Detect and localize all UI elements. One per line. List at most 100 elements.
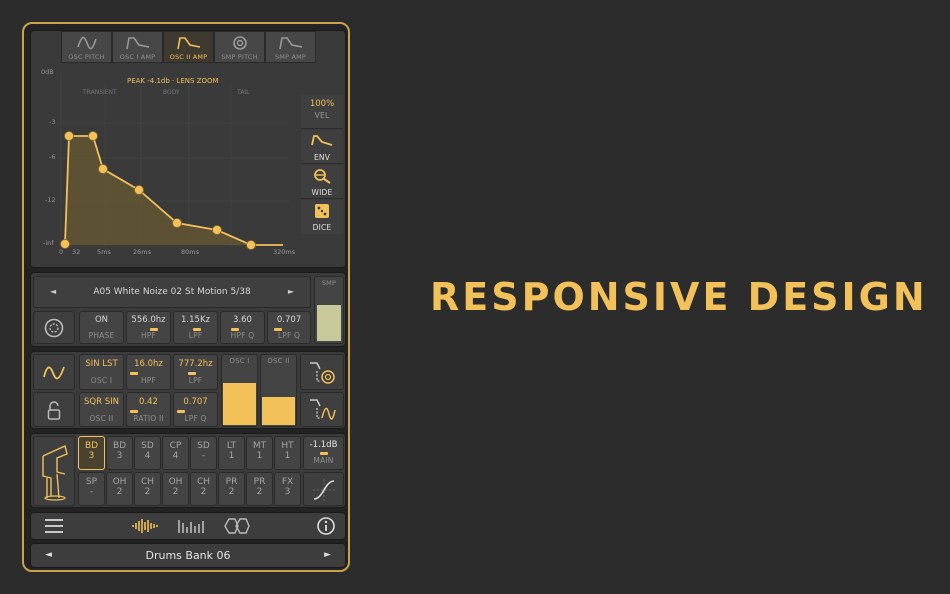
drum-pad[interactable]: CH 2 (134, 472, 161, 506)
smp-level (317, 305, 341, 341)
waveform-icon (132, 519, 158, 533)
pad-name: CP (169, 441, 182, 451)
vel-value: 100% (309, 99, 335, 109)
osc-i-meter[interactable]: OSC I (221, 354, 258, 427)
unlock-icon (47, 401, 61, 420)
tab-osc-i-amp[interactable]: OSC I AMP (112, 31, 163, 63)
param-slider (231, 328, 239, 331)
param-osc-hpf[interactable]: 16.0hz HPF (126, 354, 171, 390)
param-label: LPF Q (277, 331, 301, 340)
route-osc-to-sample-button[interactable] (300, 354, 344, 390)
param-slider (193, 328, 201, 331)
pad-number: 2 (200, 487, 207, 497)
bank-next-button[interactable]: ► (324, 550, 331, 560)
drum-pad[interactable]: CH 2 (190, 472, 217, 506)
dice-icon (315, 204, 329, 218)
envelope-graph[interactable]: PEAK -4.1db · LENS ZOOM TRANSIENT BODY T… (31, 65, 343, 265)
drum-pad[interactable]: SD - (190, 436, 217, 470)
tab-osc-ii-amp[interactable]: OSC II AMP (163, 31, 214, 63)
pad-number: 4 (144, 451, 151, 461)
drum-pad[interactable]: PR 2 (218, 472, 245, 506)
osc-lock-button[interactable] (33, 392, 75, 427)
drum-pad[interactable]: MT 1 (246, 436, 273, 470)
tab-smp-amp[interactable]: SMP AMP (265, 31, 316, 63)
param-osc-i[interactable]: SIN LST OSC I (79, 354, 124, 390)
drum-pad[interactable]: OH 2 (162, 472, 189, 506)
osc-ii-meter[interactable]: OSC II (260, 354, 297, 427)
param-label: PHASE (88, 331, 115, 340)
main-value: -1.1dB (309, 440, 338, 450)
param-label: HPF (140, 376, 157, 385)
pad-name: BD (84, 441, 99, 451)
drum-pad[interactable]: PR 2 (246, 472, 273, 506)
meter-label: OSC I (229, 357, 250, 365)
param-phase[interactable]: ON PHASE (79, 311, 124, 344)
tab-smp-pitch[interactable]: SMP PITCH (214, 31, 265, 63)
param-value: 0.42 (139, 397, 158, 407)
wide-button[interactable]: WIDE (301, 165, 343, 199)
sample-icon-button[interactable] (33, 311, 75, 344)
param-value: 1.15Kz (181, 315, 210, 325)
main-volume[interactable]: -1.1dB MAIN (303, 436, 344, 470)
waveform-view-button[interactable] (127, 513, 163, 539)
bank-selector[interactable]: ◄ Drums Bank 06 ► (30, 543, 346, 568)
param-osc-lpf[interactable]: 777.2hz LPF (173, 354, 218, 390)
pad-name: CH (140, 477, 155, 487)
drum-pad[interactable]: OH 2 (106, 472, 133, 506)
tab-label: OSC I AMP (119, 53, 156, 61)
envelope-curve[interactable] (31, 65, 301, 265)
drum-pad[interactable]: HT 1 (274, 436, 301, 470)
drum-pad[interactable]: SD 4 (134, 436, 161, 470)
smp-pitch-icon (232, 36, 247, 50)
drum-pad[interactable]: CP 4 (162, 436, 189, 470)
pad-name: SD (197, 441, 210, 451)
dice-button[interactable]: DICE (301, 200, 343, 234)
param-osc-lpf-q[interactable]: 0.707 LPF Q (173, 392, 218, 427)
drum-pad[interactable]: BD 3 (106, 436, 133, 470)
sample-disc-icon (44, 318, 64, 338)
param-slider (177, 410, 185, 413)
param-ratio-ii[interactable]: 0.42 RATIO II (126, 392, 171, 427)
vel-label: VEL (314, 111, 330, 120)
pattern-view-button[interactable] (219, 513, 255, 539)
param-lpf[interactable]: 1.15Kz LPF (173, 311, 218, 344)
drum-pad[interactable]: BD 3 (78, 436, 105, 470)
pad-number: 2 (228, 487, 235, 497)
sequencer-view-button[interactable] (173, 513, 209, 539)
route-osc-to-wave-button[interactable] (300, 392, 344, 427)
smp-meter[interactable]: SMP (314, 276, 344, 344)
env-button[interactable]: ENV (301, 130, 343, 164)
param-value: 16.0hz (134, 359, 163, 369)
tagline: RESPONSIVE DESIGN (430, 275, 928, 319)
param-hpf-q[interactable]: 3.60 HPF Q (220, 311, 265, 344)
pad-number: 2 (144, 487, 151, 497)
pad-number: 1 (284, 451, 291, 461)
drum-kit-button[interactable] (33, 436, 75, 506)
osc-panel: SIN LST OSC I 16.0hz HPF 777.2hz LPF SQR… (30, 351, 346, 429)
vel-button[interactable]: 100% VEL (301, 95, 343, 129)
meter-level (262, 397, 295, 425)
info-button[interactable] (313, 513, 339, 539)
main-slider (320, 452, 328, 455)
envelope-tabs: OSC PITCH OSC I AMP OSC II AMP SMP PITCH… (61, 31, 321, 65)
pad-name: MT (252, 441, 267, 451)
pad-name: SP (85, 477, 98, 487)
param-hpf[interactable]: 556.0hz HPF (126, 311, 171, 344)
curve-button[interactable] (303, 472, 344, 506)
drum-pad[interactable]: SP - (78, 472, 105, 506)
param-value: SQR SIN (84, 397, 119, 407)
tab-osc-pitch[interactable]: OSC PITCH (61, 31, 112, 63)
sample-selector[interactable]: ◄ A05 White Noize 02 St Motion 5/38 ► (33, 276, 311, 308)
drum-pad[interactable]: LT 1 (218, 436, 245, 470)
param-osc-ii[interactable]: SQR SIN OSC II (79, 392, 124, 427)
pad-name: OH (168, 477, 183, 487)
menu-button[interactable] (39, 513, 69, 539)
param-slider (188, 372, 196, 375)
sample-next-button[interactable]: ► (288, 287, 294, 296)
drum-pad[interactable]: FX 3 (274, 472, 301, 506)
param-lpf-q[interactable]: 0.707 LPF Q (267, 311, 311, 344)
envelope-node (60, 239, 70, 249)
pad-name: SD (141, 441, 154, 451)
drum-kit-icon (42, 445, 68, 501)
osc-wave-button[interactable] (33, 354, 75, 390)
